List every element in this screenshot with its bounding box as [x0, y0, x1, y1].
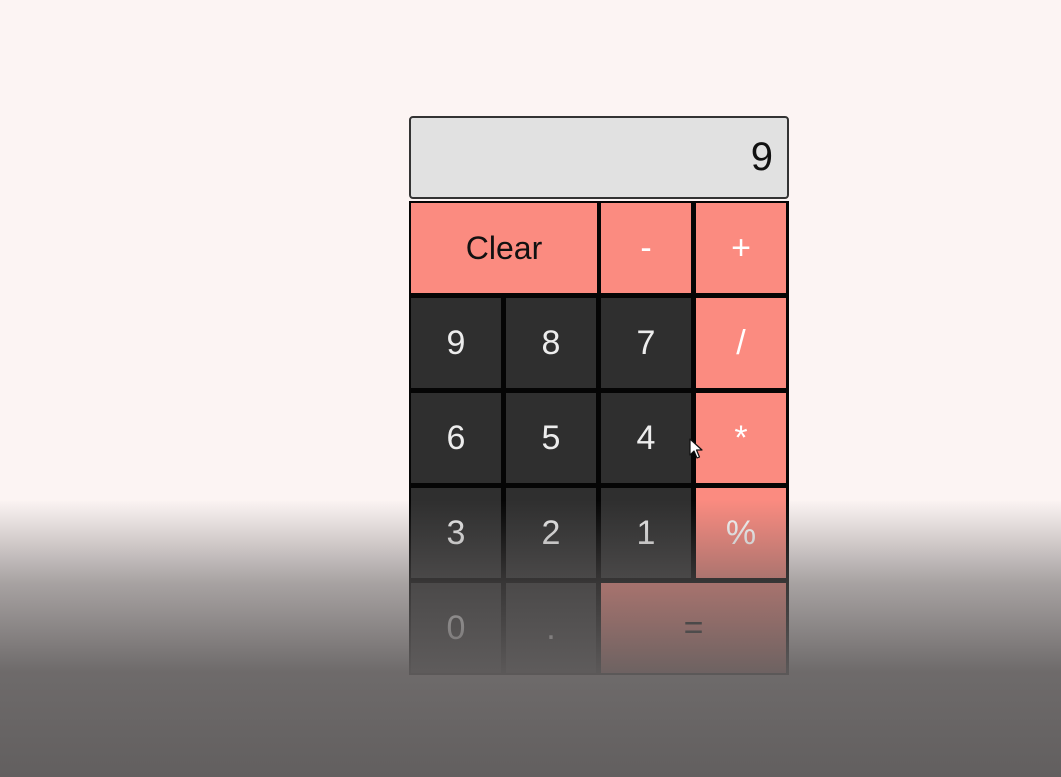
- keypad: Clear - + 9 8 7 / 6 5 4 * 3 2 1 % 0 . =: [409, 201, 789, 675]
- calculator: 9 Clear - + 9 8 7 / 6 5 4 * 3 2 1 % 0 . …: [409, 116, 789, 675]
- digit-9-button[interactable]: 9: [411, 298, 501, 388]
- equals-button[interactable]: =: [601, 583, 786, 673]
- digit-3-button[interactable]: 3: [411, 488, 501, 578]
- digit-7-button[interactable]: 7: [601, 298, 691, 388]
- plus-button[interactable]: +: [696, 203, 786, 293]
- display-value: 9: [750, 135, 773, 179]
- divide-button[interactable]: /: [696, 298, 786, 388]
- calculator-display: 9: [409, 116, 789, 199]
- digit-2-button[interactable]: 2: [506, 488, 596, 578]
- digit-8-button[interactable]: 8: [506, 298, 596, 388]
- mouse-cursor-icon: [689, 438, 703, 459]
- digit-0-button[interactable]: 0: [411, 583, 501, 673]
- multiply-button[interactable]: *: [696, 393, 786, 483]
- digit-6-button[interactable]: 6: [411, 393, 501, 483]
- minus-button[interactable]: -: [601, 203, 691, 293]
- clear-button[interactable]: Clear: [411, 203, 597, 293]
- percent-button[interactable]: %: [696, 488, 786, 578]
- digit-1-button[interactable]: 1: [601, 488, 691, 578]
- digit-4-button[interactable]: 4: [601, 393, 691, 483]
- decimal-button[interactable]: .: [506, 583, 596, 673]
- digit-5-button[interactable]: 5: [506, 393, 596, 483]
